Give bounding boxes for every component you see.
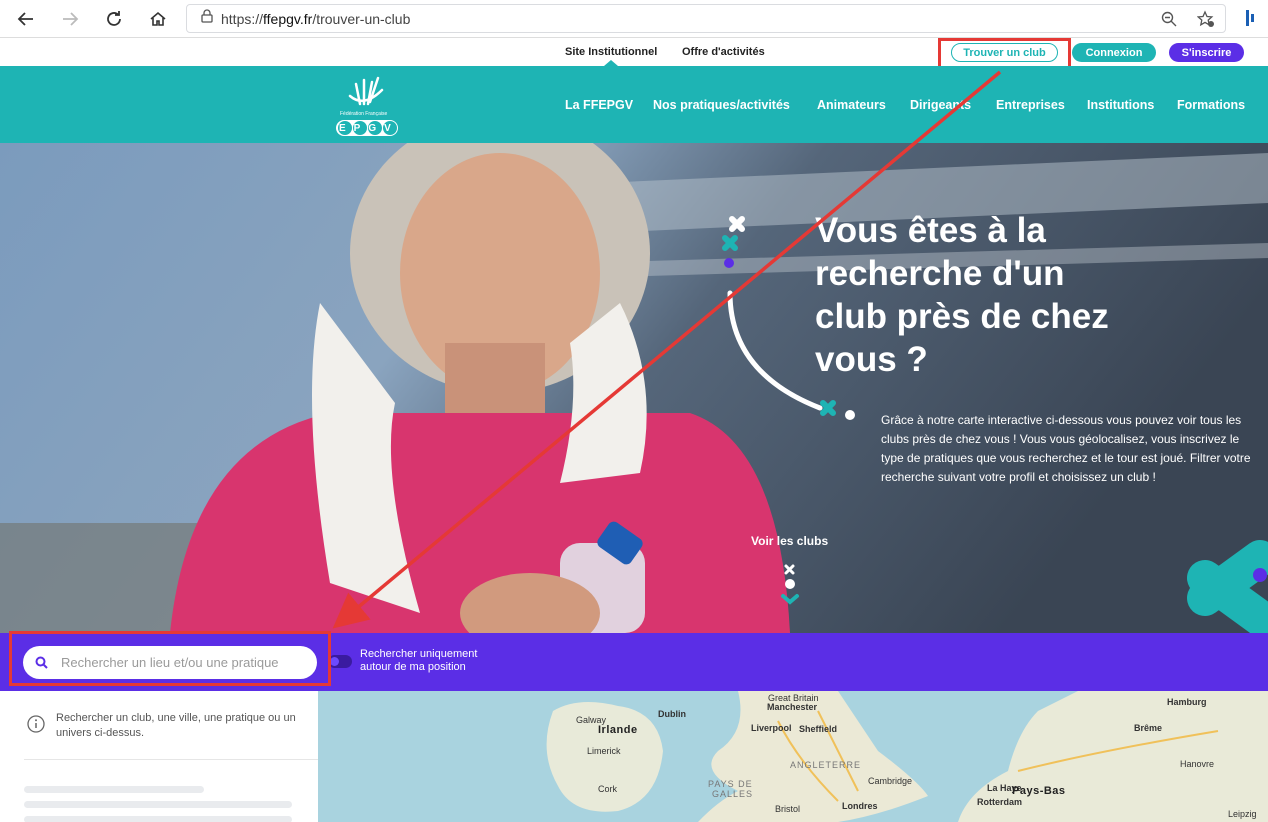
- main-navigation: Fédération Française EPGV La FFEPGV Nos …: [0, 66, 1268, 143]
- map-label: Leipzig: [1228, 809, 1257, 819]
- nav-institutions[interactable]: Institutions: [1087, 98, 1154, 112]
- hero-section: Vous êtes à la recherche d'un club près …: [0, 143, 1268, 633]
- position-toggle-label: Rechercher uniquement autour de ma posit…: [360, 648, 477, 674]
- nav-animateurs[interactable]: Animateurs: [817, 98, 886, 112]
- login-button[interactable]: Connexion: [1072, 43, 1156, 62]
- toggle-label-line-2: autour de ma position: [360, 661, 466, 673]
- info-icon: [27, 715, 45, 738]
- nav-dirigeants[interactable]: Dirigeants: [910, 98, 971, 112]
- hero-title: Vous êtes à la recherche d'un club près …: [815, 209, 1175, 381]
- map-label: Cork: [598, 784, 618, 794]
- nav-pratiques[interactable]: Nos pratiques/activités: [653, 98, 790, 112]
- map-label: Dublin: [658, 709, 686, 719]
- toggle-label-line-1: Rechercher uniquement: [360, 648, 478, 660]
- skeleton-line: [24, 816, 292, 822]
- hero-title-line-4: vous ?: [815, 340, 928, 379]
- zoom-icon[interactable]: [1161, 11, 1177, 32]
- logo-subtitle: Fédération Française: [340, 111, 388, 117]
- info-text: Rechercher un club, une ville, une prati…: [56, 712, 296, 739]
- map-label: Cambridge: [868, 776, 913, 786]
- map-label: Londres: [842, 801, 878, 811]
- signup-button[interactable]: S'inscrire: [1169, 43, 1244, 62]
- back-icon[interactable]: [14, 7, 38, 31]
- nav-la-ffepgv[interactable]: La FFEPGV: [565, 98, 633, 112]
- address-bar[interactable]: https://ffepgv.fr/trouver-un-club: [186, 4, 1226, 33]
- logo-letters: EPGV: [339, 123, 399, 134]
- hero-description: Grâce à notre carte interactive ci-desso…: [881, 413, 1251, 484]
- url-text: https://ffepgv.fr/trouver-un-club: [221, 10, 411, 27]
- map-label: Brême: [1134, 723, 1163, 733]
- annotation-box-search: [9, 631, 331, 686]
- map-label-country: GALLES: [712, 789, 754, 799]
- map-label: Liverpool: [751, 723, 792, 733]
- nav-entreprises[interactable]: Entreprises: [996, 98, 1065, 112]
- annotation-box-find-club: [938, 38, 1071, 69]
- hero-title-line-2: recherche d'un: [815, 254, 1065, 293]
- link-site-institutionnel[interactable]: Site Institutionnel: [565, 46, 657, 58]
- results-panel: Rechercher un club, une ville, une prati…: [0, 691, 318, 822]
- lock-icon: [201, 9, 213, 28]
- reload-icon[interactable]: [102, 7, 126, 31]
- map-label: Manchester: [767, 702, 818, 712]
- link-offre-activites[interactable]: Offre d'activités: [682, 46, 765, 58]
- epgv-logo[interactable]: Fédération Française EPGV: [334, 74, 400, 138]
- map-label: Hanovre: [1180, 759, 1215, 769]
- hero-title-line-3: club près de chez: [815, 297, 1109, 336]
- map-label: Bristol: [775, 804, 801, 814]
- clubs-map[interactable]: Great Britain Galway Dublin Manchester L…: [318, 691, 1268, 822]
- map-label: Rotterdam: [977, 797, 1023, 807]
- forward-icon[interactable]: [58, 7, 82, 31]
- map-label-country: Pays-Bas: [1012, 785, 1066, 797]
- browser-toolbar: https://ffepgv.fr/trouver-un-club: [0, 0, 1268, 38]
- favorite-star-icon[interactable]: [1196, 10, 1215, 33]
- home-icon[interactable]: [146, 7, 170, 31]
- extension-icon[interactable]: [1246, 10, 1258, 31]
- skeleton-line: [24, 786, 204, 793]
- map-label: Limerick: [587, 746, 621, 756]
- map-label-country: ANGLETERRE: [790, 760, 862, 770]
- toggle-knob: [330, 657, 339, 666]
- map-label-country: Irlande: [598, 724, 638, 736]
- map-label: Hamburg: [1167, 697, 1207, 707]
- nav-formations[interactable]: Formations: [1177, 98, 1245, 112]
- hero-title-line-1: Vous êtes à la: [815, 211, 1046, 250]
- divider: [24, 759, 318, 760]
- utility-bar: Site Institutionnel Offre d'activités Tr…: [0, 38, 1268, 66]
- map-label-country: PAYS DE: [708, 779, 753, 789]
- map-label: Sheffield: [799, 724, 838, 734]
- see-clubs-link[interactable]: Voir les clubs: [751, 534, 828, 548]
- skeleton-line: [24, 801, 292, 808]
- position-toggle[interactable]: [328, 655, 352, 668]
